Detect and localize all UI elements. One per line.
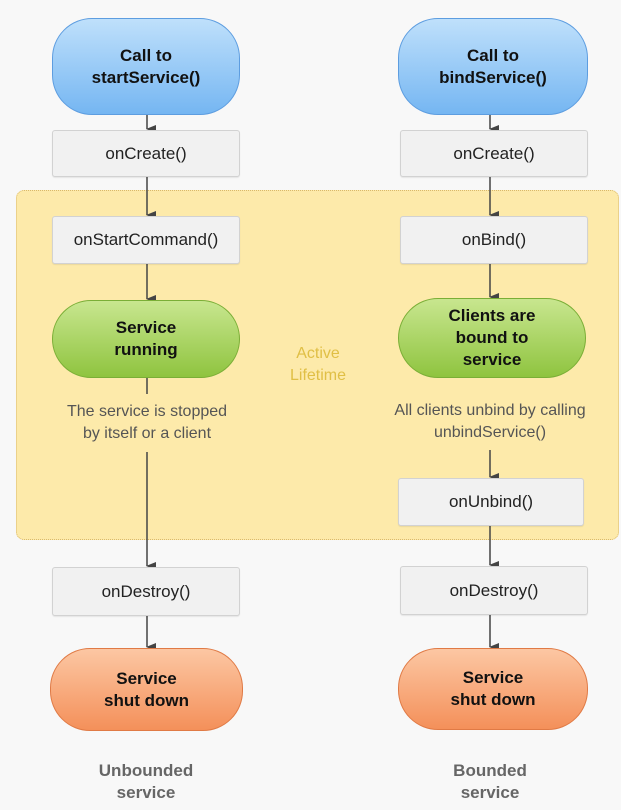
unbind-note: All clients unbind by calling unbindServ… <box>394 402 586 441</box>
stop-note: The service is stopped by itself or a cl… <box>66 403 228 442</box>
on-bind-node: onBind() <box>400 216 588 264</box>
on-destroy-node: onDestroy() <box>400 566 588 615</box>
clients-bound-node: Clients are bound to service <box>398 298 586 378</box>
unbounded-service-label: Unbounded service <box>98 761 194 802</box>
active-lifetime-label: Active Lifetime <box>289 345 347 384</box>
on-create-node: onCreate() <box>400 130 588 177</box>
service-running-node: Service running <box>52 300 240 378</box>
start-service-node: Call to startService() <box>52 18 240 115</box>
on-unbind-node: onUnbind() <box>398 478 584 526</box>
on-create-node: onCreate() <box>52 130 240 177</box>
on-start-command-node: onStartCommand() <box>52 216 240 264</box>
service-shut-down-node: Service shut down <box>398 648 588 730</box>
bounded-service-label: Bounded service <box>453 761 527 802</box>
service-shut-down-node: Service shut down <box>50 648 243 731</box>
on-destroy-node: onDestroy() <box>52 567 240 616</box>
bind-service-node: Call to bindService() <box>398 18 588 115</box>
